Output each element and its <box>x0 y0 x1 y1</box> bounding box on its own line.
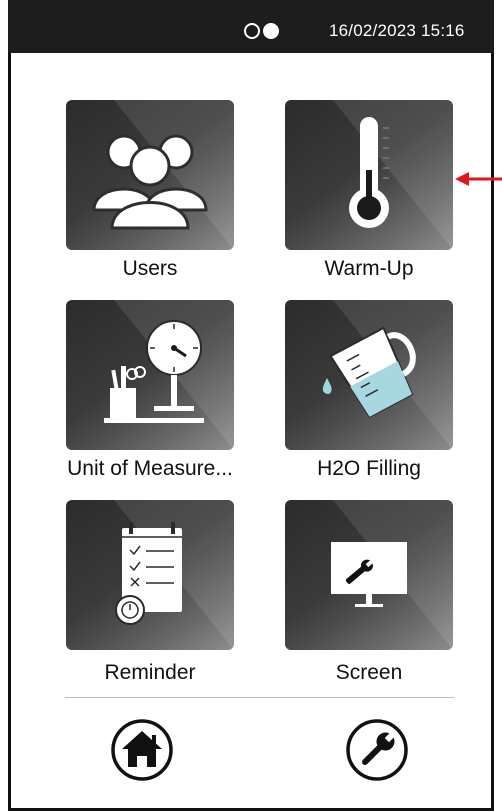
settings-button[interactable] <box>345 718 409 782</box>
reminder-label: Reminder <box>104 661 196 684</box>
users-icon <box>92 134 208 230</box>
unit-of-measure-tile[interactable] <box>66 300 234 450</box>
users-label: Users <box>122 257 178 280</box>
reminder-tile[interactable] <box>66 500 234 650</box>
page-dot-inactive[interactable] <box>244 23 260 39</box>
screen-tile[interactable] <box>285 500 453 650</box>
page-indicator <box>244 23 279 39</box>
screen-label: Screen <box>335 661 403 684</box>
status-datetime: 16/02/2023 15:16 <box>329 21 465 40</box>
wrench-icon <box>346 719 408 781</box>
measuring-jug-icon <box>322 326 416 419</box>
unit-of-measure-icon <box>104 320 204 423</box>
divider <box>65 697 454 698</box>
home-icon <box>111 719 173 781</box>
thermometer-icon <box>349 117 389 228</box>
warm-up-tile[interactable] <box>285 100 453 250</box>
warm-up-label: Warm-Up <box>324 257 414 280</box>
reminder-checklist-icon <box>115 522 182 625</box>
unit-of-measure-label: Unit of Measure... <box>67 457 233 480</box>
h2o-filling-label: H2O Filling <box>317 457 421 480</box>
home-button[interactable] <box>110 718 174 782</box>
screen-wrench-icon <box>331 542 407 607</box>
users-tile[interactable] <box>66 100 234 250</box>
red-arrow-indicator <box>455 172 502 186</box>
page-dot-active[interactable] <box>263 23 279 39</box>
h2o-filling-tile[interactable] <box>285 300 453 450</box>
